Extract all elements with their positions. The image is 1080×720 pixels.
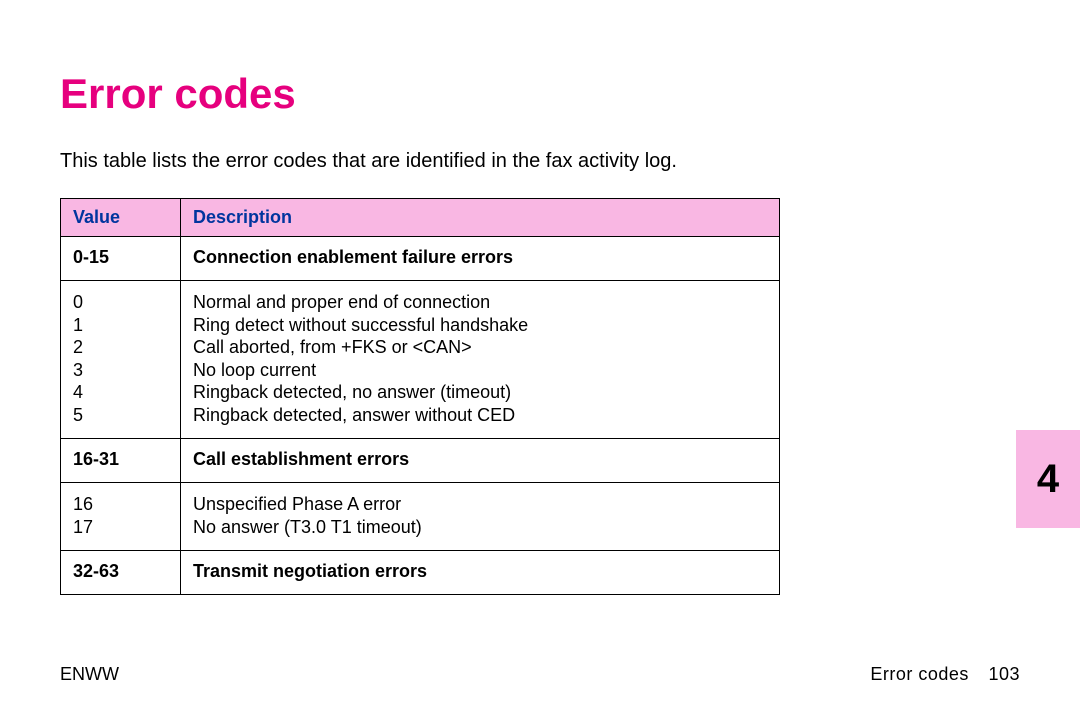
code-value-list: 16 17 bbox=[61, 483, 181, 551]
section-row: 16-31 Call establishment errors bbox=[61, 439, 780, 483]
code-value-list: 0 1 2 3 4 5 bbox=[61, 281, 181, 439]
chapter-number: 4 bbox=[1037, 457, 1059, 502]
table-row: 16 17 Unspecified Phase A error No answe… bbox=[61, 483, 780, 551]
chapter-tab: 4 bbox=[1016, 430, 1080, 528]
header-description: Description bbox=[181, 199, 780, 237]
section-title: Transmit negotiation errors bbox=[181, 551, 780, 595]
footer-left: ENWW bbox=[60, 664, 119, 685]
section-range: 32-63 bbox=[61, 551, 181, 595]
footer-section-label: Error codes bbox=[870, 664, 969, 684]
section-range: 0-15 bbox=[61, 237, 181, 281]
section-row: 0-15 Connection enablement failure error… bbox=[61, 237, 780, 281]
section-title: Connection enablement failure errors bbox=[181, 237, 780, 281]
section-title: Call establishment errors bbox=[181, 439, 780, 483]
page-content: Error codes This table lists the error c… bbox=[0, 0, 1080, 595]
footer-page-number: 103 bbox=[988, 664, 1020, 684]
intro-paragraph: This table lists the error codes that ar… bbox=[60, 148, 1020, 174]
page-title: Error codes bbox=[60, 70, 1020, 118]
code-desc-list: Unspecified Phase A error No answer (T3.… bbox=[181, 483, 780, 551]
error-codes-table: Value Description 0-15 Connection enable… bbox=[60, 198, 780, 595]
page-footer: ENWW Error codes 103 bbox=[60, 664, 1020, 685]
code-desc-list: Normal and proper end of connection Ring… bbox=[181, 281, 780, 439]
table-header-row: Value Description bbox=[61, 199, 780, 237]
section-range: 16-31 bbox=[61, 439, 181, 483]
header-value: Value bbox=[61, 199, 181, 237]
section-row: 32-63 Transmit negotiation errors bbox=[61, 551, 780, 595]
table-row: 0 1 2 3 4 5 Normal and proper end of con… bbox=[61, 281, 780, 439]
footer-right: Error codes 103 bbox=[870, 664, 1020, 685]
